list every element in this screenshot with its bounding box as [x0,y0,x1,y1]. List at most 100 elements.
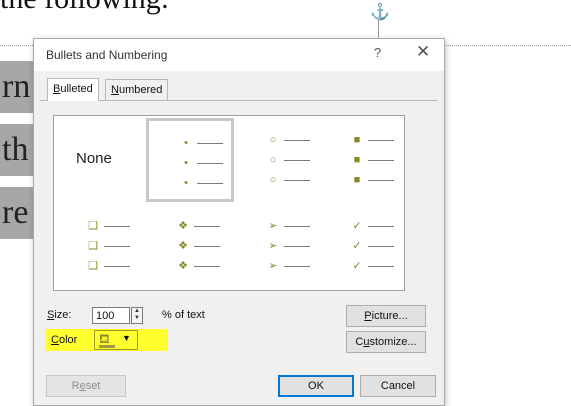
hollow-circle-bullet-icon: ○ [269,134,277,146]
color-label-rest: olor [58,334,78,346]
bullet-preview-row: • [149,175,231,191]
bullet-option-hollow-circle[interactable]: ○ ○ ○ [236,118,324,202]
bullets-and-numbering-dialog: Bullets and Numbering ? ✕ Bulleted Numbe… [33,38,445,406]
checkmark-bullet-icon: ✓ [352,240,362,252]
size-unit-label: % of text [162,309,205,321]
picture-button-accel: P [364,310,372,322]
bullet-preview-line [197,163,223,164]
color-label-accel: C [51,334,59,346]
bullet-preview-row: ○ [236,132,324,148]
arrowhead-bullet-icon: ➢ [268,260,278,272]
tab-numbered[interactable]: Numbered [105,79,169,100]
bullet-preview-line [368,246,394,247]
bullet-preview-line [197,143,223,144]
spinner-down-icon[interactable]: ▼ [132,315,142,322]
bullet-preview-line [104,266,130,267]
picture-button[interactable]: Picture... [346,305,426,327]
hollow-square-bullet-icon: ❑ [88,260,98,272]
bullet-preview-row: • [149,135,231,151]
reset-button[interactable]: Reset [46,375,126,397]
four-diamond-bullet-icon: ❖ [178,220,188,232]
reset-button-label: set [85,380,101,392]
hollow-circle-bullet-icon: ○ [269,154,277,166]
checkmark-bullet-icon: ✓ [352,220,362,232]
bullet-preview-row: ■ [320,132,408,148]
bullet-preview-row: ■ [320,172,408,188]
color-label: Color [51,334,77,346]
bullet-preview-line [284,160,310,161]
bullet-preview-line [284,226,310,227]
ok-button[interactable]: OK [278,375,354,397]
close-button[interactable]: ✕ [416,42,430,62]
bullet-preview-row: ○ [236,152,324,168]
four-diamond-bullet-icon: ❖ [178,260,188,272]
bullet-option-none-label: None [76,150,112,167]
filled-square-bullet-icon: ■ [353,174,361,186]
hollow-square-bullet-icon: ❑ [88,240,98,252]
four-diamond-bullet-icon: ❖ [178,240,188,252]
tab-numbered-accel: N [111,84,119,96]
bullet-preview-row: ❑ [56,258,144,274]
anchor-icon: ⚓ [370,4,390,21]
bullet-preview-line [284,180,310,181]
size-input[interactable]: 100 [92,307,130,324]
small-dot-bullet-icon: • [184,137,188,149]
bullet-option-hollow-square[interactable]: ❑ ❑ ❑ [56,204,144,288]
customize-button-label: stomize... [369,336,417,348]
reset-button-pre: R [71,380,80,392]
bullet-preview-row: ➢ [236,218,324,234]
arrowhead-bullet-icon: ➢ [268,240,278,252]
bullet-preview-line [368,180,394,181]
bullet-preview-line [104,226,130,227]
bullet-preview-row: ❑ [56,218,144,234]
bullet-preview-row: ○ [236,172,324,188]
bullet-preview-row: ✓ [320,218,408,234]
bullet-preview-line [368,226,394,227]
size-label-rest: ize: [54,309,72,321]
bullet-option-small-dot[interactable]: • • • [146,118,234,202]
bullet-preview-line [284,266,310,267]
bullet-gallery: None • • • ○ ○ ○ ■ ■ ■ ❑ ❑ ❑ ❖ ❖ ❖ ➢ ➢ ➢ ✓ ✓ ✓ [53,115,405,291]
dialog-titlebar[interactable]: Bullets and Numbering ? ✕ [34,39,444,71]
help-button[interactable]: ? [374,45,381,60]
bullet-preview-line [194,226,220,227]
bullet-preview-row: ■ [320,152,408,168]
bullet-preview-row: • [149,155,231,171]
bullet-preview-row: ➢ [236,238,324,254]
bullet-preview-row: ➢ [236,258,324,274]
bullet-preview-line [194,246,220,247]
bullet-option-none[interactable]: None [56,118,144,202]
bullet-preview-line [368,266,394,267]
color-picker-button[interactable]: ⛾ ▼ [94,330,138,350]
customize-button[interactable]: Customize... [346,331,426,353]
tab-bulleted[interactable]: Bulleted [47,78,99,101]
hollow-circle-bullet-icon: ○ [269,174,277,186]
cancel-button[interactable]: Cancel [360,375,436,397]
bullet-option-four-diamond[interactable]: ❖ ❖ ❖ [146,204,234,288]
bullet-preview-row: ❖ [146,218,234,234]
tab-bulleted-label: ulleted [60,83,93,95]
bullet-preview-line [194,266,220,267]
spinner-up-icon[interactable]: ▲ [132,308,142,315]
chevron-down-icon[interactable]: ▼ [122,333,131,343]
hollow-square-bullet-icon: ❑ [88,220,98,232]
bullet-preview-line [197,183,223,184]
current-color-swatch [99,345,115,348]
bullet-option-filled-square[interactable]: ■ ■ ■ [320,118,408,202]
small-dot-bullet-icon: • [184,157,188,169]
bullet-preview-line [284,140,310,141]
bullet-preview-row: ❖ [146,258,234,274]
picture-button-label: icture... [371,310,408,322]
bullet-preview-row: ✓ [320,258,408,274]
filled-square-bullet-icon: ■ [353,154,361,166]
bullet-preview-line [284,246,310,247]
size-label: Size: [47,309,71,321]
small-dot-bullet-icon: • [184,177,188,189]
arrowhead-bullet-icon: ➢ [268,220,278,232]
bullet-option-checkmark[interactable]: ✓ ✓ ✓ [320,204,408,288]
bullet-preview-line [104,246,130,247]
size-spinner[interactable]: ▲ ▼ [131,307,143,324]
checkmark-bullet-icon: ✓ [352,260,362,272]
bullet-option-arrowhead[interactable]: ➢ ➢ ➢ [236,204,324,288]
dialog-title: Bullets and Numbering [46,48,168,62]
